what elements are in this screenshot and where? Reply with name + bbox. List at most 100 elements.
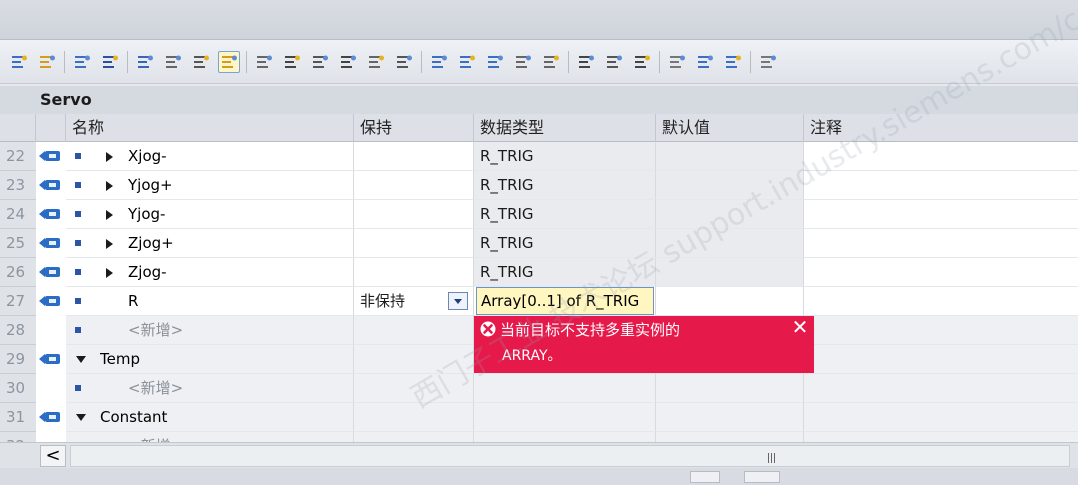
table-row[interactable]: 24 Yjog- R_TRIG [0, 200, 1078, 229]
table-row[interactable]: 26 Zjog- R_TRIG [0, 258, 1078, 287]
expand-all-button[interactable] [134, 51, 156, 73]
row-number: 31 [0, 403, 36, 432]
comment-cell[interactable] [804, 374, 1078, 403]
memory-button[interactable] [757, 51, 779, 73]
comment-cell[interactable] [804, 258, 1078, 287]
name-cell[interactable] [66, 287, 354, 316]
insert-row-button[interactable] [8, 51, 30, 73]
comment-cell[interactable] [804, 200, 1078, 229]
close-error-button[interactable]: ✕ [790, 316, 810, 338]
default-value-cell[interactable] [656, 171, 804, 200]
datatype-cell[interactable] [474, 403, 656, 432]
step-button[interactable] [603, 51, 625, 73]
comment-cell[interactable] [804, 403, 1078, 432]
collapse-arrow-icon[interactable] [76, 414, 86, 421]
column-datatype-header[interactable]: 数据类型 [474, 114, 656, 142]
datatype-cell[interactable] [474, 432, 656, 442]
table-row[interactable]: 22 Xjog- R_TRIG [0, 142, 1078, 171]
retain-cell[interactable] [354, 229, 474, 258]
comment-cell[interactable] [804, 345, 1078, 374]
datatype-cell[interactable]: R_TRIG [474, 200, 656, 229]
comment-cell[interactable] [804, 316, 1078, 345]
comment-cell[interactable] [804, 432, 1078, 442]
table-row[interactable]: 32 <新增> [0, 432, 1078, 442]
datatype-cell[interactable]: R_TRIG [474, 258, 656, 287]
favorites-button[interactable] [218, 50, 240, 73]
retain-dropdown-button[interactable] [448, 292, 468, 310]
add-row-button[interactable] [36, 51, 58, 73]
column-default-header[interactable]: 默认值 [656, 114, 804, 142]
favorites-icon [222, 55, 237, 68]
comment-cell[interactable] [804, 142, 1078, 171]
name-cell[interactable] [66, 316, 354, 345]
settings-button[interactable] [393, 51, 415, 73]
outdent-button[interactable] [456, 51, 478, 73]
goto-button[interactable] [253, 51, 275, 73]
retain-cell[interactable] [354, 403, 474, 432]
table-row[interactable]: 31 Constant [0, 403, 1078, 432]
collapse-arrow-icon[interactable] [76, 356, 86, 363]
expand-arrow-icon[interactable] [106, 268, 113, 278]
expand-arrow-icon[interactable] [106, 152, 113, 162]
default-value-cell[interactable] [656, 403, 804, 432]
datatype-cell[interactable] [474, 374, 656, 403]
retain-cell[interactable] [354, 316, 474, 345]
comment-cell[interactable] [804, 229, 1078, 258]
list-button[interactable] [365, 51, 387, 73]
monitor-off-button[interactable] [722, 51, 744, 73]
compare-icon [313, 55, 328, 68]
retain-cell[interactable] [354, 142, 474, 171]
indent-button[interactable] [428, 51, 450, 73]
export-button[interactable] [71, 51, 93, 73]
network-button[interactable] [666, 51, 688, 73]
format-button[interactable] [484, 51, 506, 73]
crossref-button[interactable] [281, 51, 303, 73]
monitor-button[interactable] [190, 51, 212, 73]
scroll-track[interactable] [70, 445, 1070, 467]
panel-up-button[interactable] [690, 471, 720, 483]
comment-cell[interactable] [804, 287, 1078, 316]
column-comment-header[interactable]: 注释 [804, 114, 1078, 142]
datatype-edit-field[interactable]: Array[0..1] of R_TRIG [476, 287, 654, 315]
retain-cell[interactable] [354, 200, 474, 229]
default-value-cell[interactable] [656, 374, 804, 403]
name-cell[interactable] [66, 432, 354, 442]
breakpoint-button[interactable] [575, 51, 597, 73]
panel-down-button[interactable] [744, 471, 780, 483]
compare-button[interactable] [309, 51, 331, 73]
retain-cell[interactable] [354, 432, 474, 442]
expand-arrow-icon[interactable] [106, 181, 113, 191]
retain-cell[interactable] [354, 345, 474, 374]
retain-cell[interactable] [354, 258, 474, 287]
table-row[interactable]: 30 <新增> [0, 374, 1078, 403]
table-row[interactable]: 25 Zjog+ R_TRIG [0, 229, 1078, 258]
default-value-cell[interactable] [656, 258, 804, 287]
datatype-cell[interactable]: R_TRIG [474, 229, 656, 258]
retain-cell[interactable] [354, 171, 474, 200]
column-retain-header[interactable]: 保持 [354, 114, 474, 142]
collapse-all-button[interactable] [162, 51, 184, 73]
default-value-cell[interactable] [656, 432, 804, 442]
align2-button[interactable] [540, 51, 562, 73]
download-button[interactable] [337, 51, 359, 73]
datatype-cell[interactable]: R_TRIG [474, 142, 656, 171]
default-value-cell[interactable] [656, 142, 804, 171]
align-button[interactable] [512, 51, 534, 73]
comment-cell[interactable] [804, 171, 1078, 200]
default-value-cell[interactable] [656, 200, 804, 229]
retain-cell[interactable] [354, 374, 474, 403]
table-row[interactable]: 27 R 非保持 Array[0..1] of R_TRIG [0, 287, 1078, 316]
block-button[interactable] [99, 51, 121, 73]
monitor-on-button[interactable] [694, 51, 716, 73]
table-row[interactable]: 23 Yjog+ R_TRIG [0, 171, 1078, 200]
name-cell[interactable] [66, 374, 354, 403]
step2-button[interactable] [631, 51, 653, 73]
column-name-header[interactable]: 名称 [66, 114, 354, 142]
default-value-cell[interactable] [656, 287, 804, 316]
default-value-cell[interactable] [656, 229, 804, 258]
scroll-left-button[interactable]: < [40, 445, 66, 467]
expand-arrow-icon[interactable] [106, 210, 113, 220]
expand-arrow-icon[interactable] [106, 239, 113, 249]
datatype-cell[interactable]: R_TRIG [474, 171, 656, 200]
horizontal-scrollbar[interactable]: < [0, 442, 1078, 468]
